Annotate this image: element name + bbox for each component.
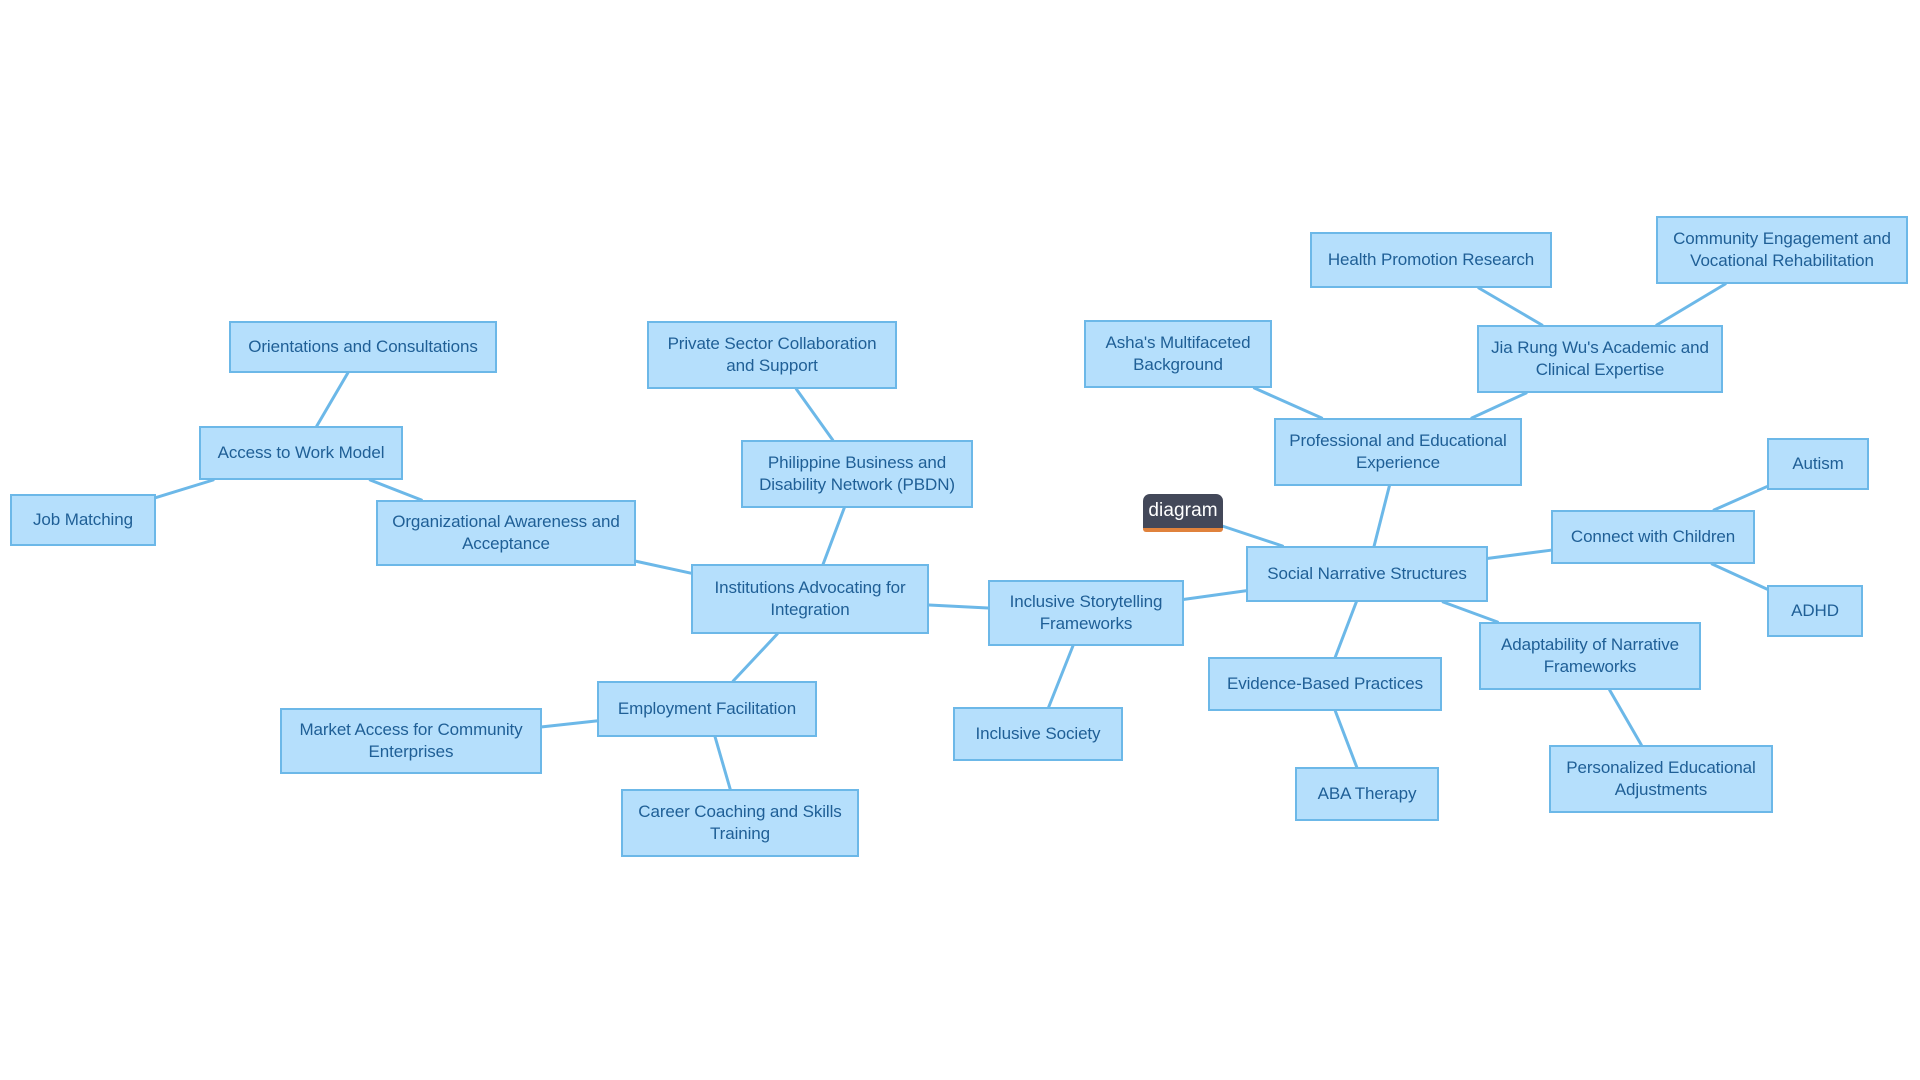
mindmap-node-market_access[interactable]: Market Access for Community Enterprises [280,708,542,774]
mindmap-edge-jia_rung_wu-to-prof_edu_exp [1470,391,1528,420]
mindmap-node-institutions-label: Institutions Advocating for Integration [714,578,906,619]
mindmap-node-pbdn[interactable]: Philippine Business and Disability Netwo… [741,440,973,508]
mindmap-edge-private_sector-to-pbdn [794,387,835,442]
mindmap-node-inclusive_story[interactable]: Inclusive Storytelling Frameworks [988,580,1184,646]
mindmap-edge-social_narrative-to-adaptability [1441,600,1500,624]
mindmap-edge-inclusive_story-to-inclusive_society [1047,644,1075,709]
mindmap-edge-social_narrative-to-evidence_based [1333,600,1358,659]
mindmap-edge-connect_children-to-autism [1712,485,1769,512]
diagram-badge[interactable]: diagram [1143,494,1223,532]
mindmap-node-community_engage-label: Community Engagement and Vocational Reha… [1673,229,1891,270]
mindmap-edge-connect_children-to-adhd [1710,562,1769,591]
mindmap-edge-inclusive_story-to-social_narrative [1182,589,1248,601]
mindmap-edge-institutions-to-inclusive_story [927,603,990,610]
mindmap-node-community_engage[interactable]: Community Engagement and Vocational Reha… [1656,216,1908,284]
mindmap-node-employment_fac[interactable]: Employment Facilitation [597,681,817,737]
mindmap-node-asha_background[interactable]: Asha's Multifaceted Background [1084,320,1272,388]
mindmap-edge-evidence_based-to-aba_therapy [1333,709,1359,769]
mindmap-node-social_narrative[interactable]: Social Narrative Structures [1246,546,1488,602]
mindmap-edge-employment_fac-to-career_coaching [713,735,732,791]
mindmap-edge-badge-to-social_narrative [1221,524,1285,548]
mindmap-node-adhd[interactable]: ADHD [1767,585,1863,637]
mindmap-node-org_awareness[interactable]: Organizational Awareness and Acceptance [376,500,636,566]
mindmap-node-inclusive_story-label: Inclusive Storytelling Frameworks [1009,592,1163,633]
mindmap-node-adhd-label: ADHD [1791,601,1839,621]
mindmap-edge-social_narrative-to-connect_children [1486,548,1553,560]
mindmap-node-org_awareness-label: Organizational Awareness and Acceptance [392,512,620,553]
mindmap-node-asha_background-label: Asha's Multifaceted Background [1105,333,1251,374]
mindmap-edge-market_access-to-employment_fac [540,719,599,729]
mindmap-node-personalized_edu-label: Personalized Educational Adjustments [1566,758,1756,799]
diagram-badge-label: diagram [1148,500,1218,521]
mindmap-node-market_access-label: Market Access for Community Enterprises [299,720,523,761]
mindmap-edge-adaptability-to-personalized_edu [1608,688,1643,747]
mindmap-node-aba_therapy-label: ABA Therapy [1317,784,1417,804]
mindmap-node-pbdn-label: Philippine Business and Disability Netwo… [759,453,955,494]
mindmap-node-job_matching[interactable]: Job Matching [10,494,156,546]
mindmap-node-institutions[interactable]: Institutions Advocating for Integration [691,564,929,634]
mindmap-node-evidence_based[interactable]: Evidence-Based Practices [1208,657,1442,711]
mindmap-node-private_sector[interactable]: Private Sector Collaboration and Support [647,321,897,389]
mindmap-edge-job_matching-to-access_work [154,478,215,500]
mindmap-node-access_work[interactable]: Access to Work Model [199,426,403,480]
mindmap-canvas: Job Matching Orientations and Consultatio… [0,0,1920,1080]
mindmap-node-inclusive_society-label: Inclusive Society [975,724,1101,744]
mindmap-node-prof_edu_exp[interactable]: Professional and Educational Experience [1274,418,1522,486]
mindmap-node-career_coaching-label: Career Coaching and Skills Training [638,802,842,843]
mindmap-node-personalized_edu[interactable]: Personalized Educational Adjustments [1549,745,1773,813]
mindmap-edge-asha_background-to-prof_edu_exp [1252,386,1324,420]
mindmap-node-job_matching-label: Job Matching [33,510,133,530]
mindmap-node-health_promotion-label: Health Promotion Research [1327,250,1535,270]
mindmap-edge-org_awareness-to-institutions [634,559,693,575]
mindmap-node-private_sector-label: Private Sector Collaboration and Support [667,334,877,375]
mindmap-edge-access_work-to-org_awareness [368,478,423,502]
mindmap-node-jia_rung_wu-label: Jia Rung Wu's Academic and Clinical Expe… [1491,338,1709,379]
mindmap-node-aba_therapy[interactable]: ABA Therapy [1295,767,1439,821]
mindmap-node-inclusive_society[interactable]: Inclusive Society [953,707,1123,761]
mindmap-node-career_coaching[interactable]: Career Coaching and Skills Training [621,789,859,857]
mindmap-node-adaptability-label: Adaptability of Narrative Frameworks [1501,635,1679,676]
mindmap-node-evidence_based-label: Evidence-Based Practices [1226,674,1424,694]
mindmap-node-connect_children[interactable]: Connect with Children [1551,510,1755,564]
mindmap-node-jia_rung_wu[interactable]: Jia Rung Wu's Academic and Clinical Expe… [1477,325,1723,393]
mindmap-node-orientations-label: Orientations and Consultations [248,337,478,357]
mindmap-node-prof_edu_exp-label: Professional and Educational Experience [1289,431,1507,472]
mindmap-node-access_work-label: Access to Work Model [217,443,385,463]
mindmap-edge-community_engage-to-jia_rung_wu [1655,282,1727,327]
mindmap-node-health_promotion[interactable]: Health Promotion Research [1310,232,1552,288]
mindmap-node-autism-label: Autism [1792,454,1844,474]
mindmap-edge-pbdn-to-institutions [821,506,846,566]
mindmap-node-autism[interactable]: Autism [1767,438,1869,490]
mindmap-node-employment_fac-label: Employment Facilitation [617,699,797,719]
mindmap-node-connect_children-label: Connect with Children [1570,527,1736,547]
mindmap-edge-orientations-to-access_work [315,371,350,428]
mindmap-node-orientations[interactable]: Orientations and Consultations [229,321,497,373]
mindmap-edge-health_promotion-to-jia_rung_wu [1477,286,1544,327]
mindmap-node-social_narrative-label: Social Narrative Structures [1267,564,1467,584]
mindmap-edge-institutions-to-employment_fac [731,632,779,683]
mindmap-node-adaptability[interactable]: Adaptability of Narrative Frameworks [1479,622,1701,690]
mindmap-edge-prof_edu_exp-to-social_narrative [1372,484,1391,548]
